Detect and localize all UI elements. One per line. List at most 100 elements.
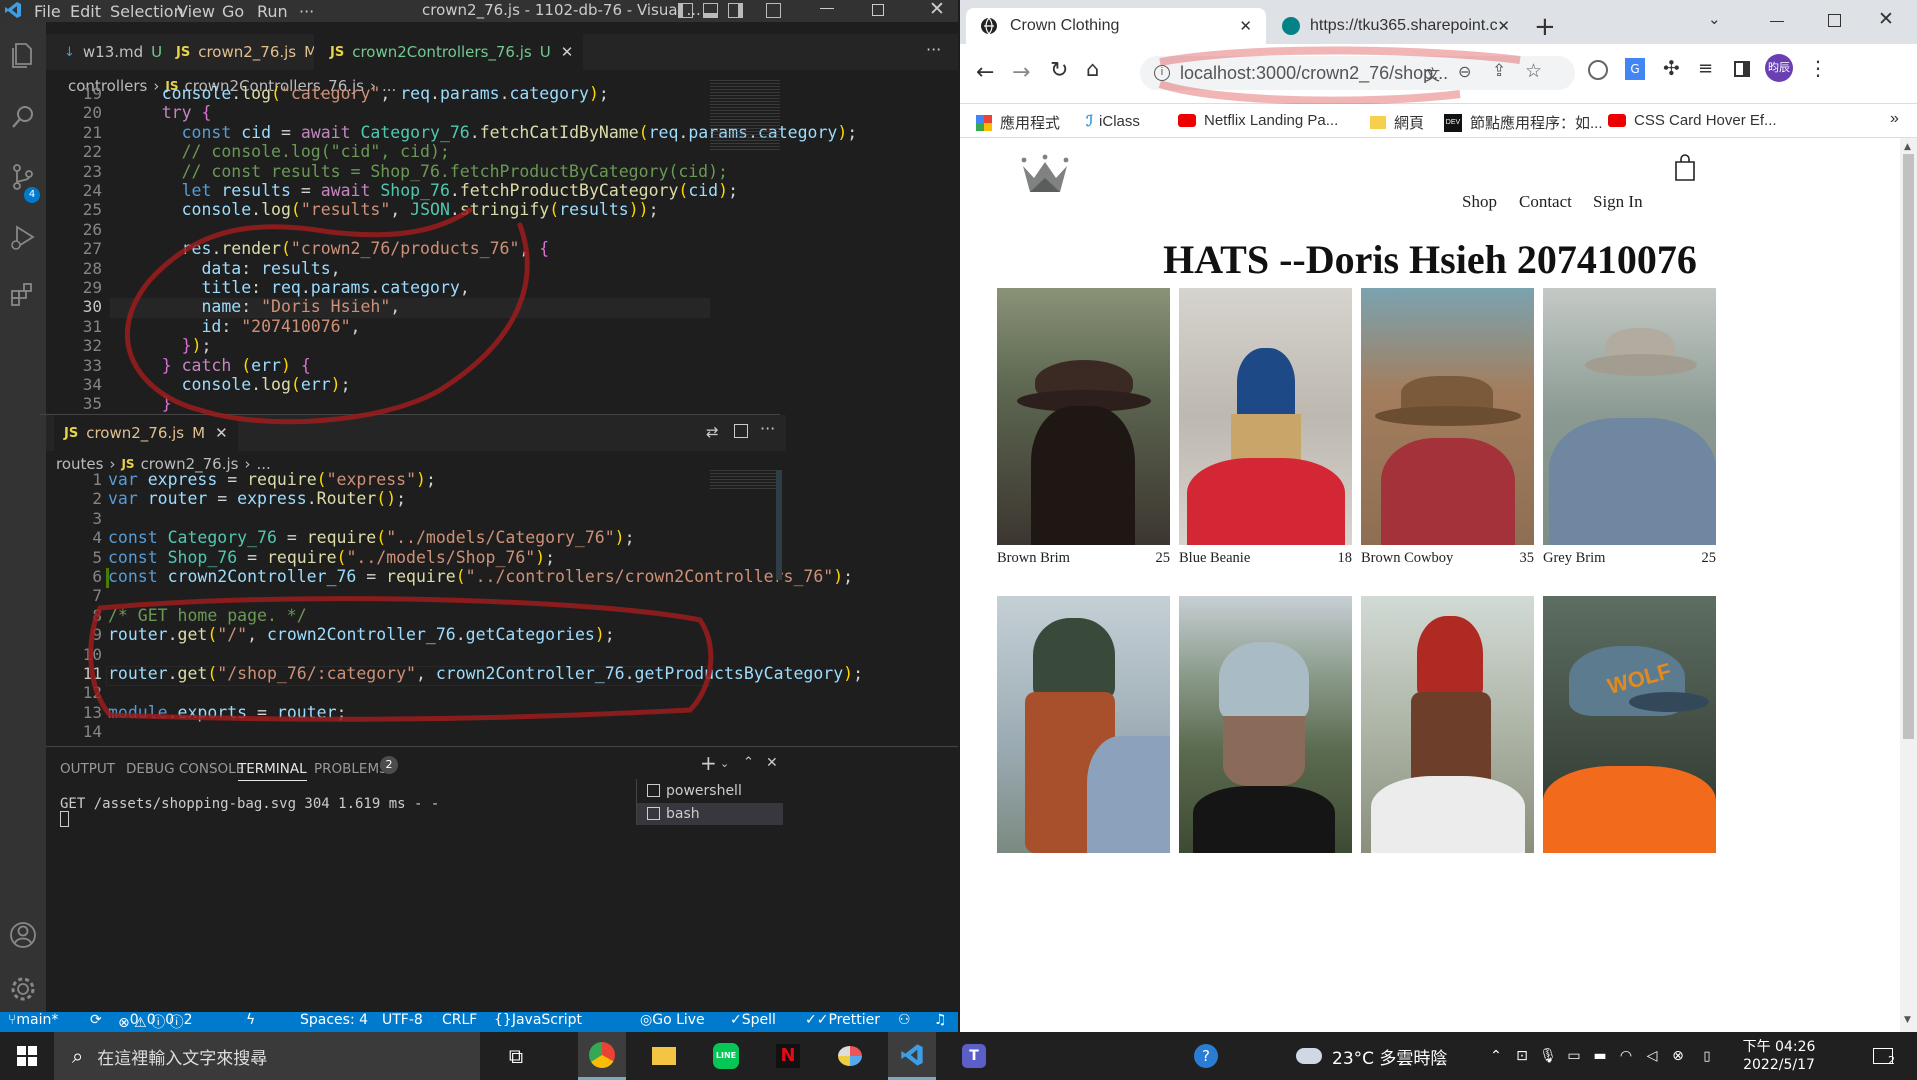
file-explorer-icon[interactable] <box>640 1032 688 1080</box>
chrome-taskbar-icon[interactable] <box>578 1032 626 1080</box>
new-terminal-icon[interactable]: + <box>700 751 717 775</box>
feedback-icon[interactable]: ⚇ <box>898 1012 911 1028</box>
spell-status[interactable]: ✓ Spell <box>730 1012 776 1028</box>
maximize-panel-icon[interactable]: ⌃ <box>743 755 754 770</box>
product-image-green-beanie[interactable] <box>997 596 1170 853</box>
notification-center[interactable]: 2 <box>1860 1032 1906 1080</box>
close-panel-icon[interactable]: ✕ <box>766 755 778 771</box>
bookmark-dev-node[interactable]: DEV 節點應用程序：如... <box>1444 112 1603 133</box>
tray-volume-icon[interactable]: ◁ <box>1640 1032 1664 1080</box>
terminal-dropdown-icon[interactable]: ⌄ <box>720 757 729 770</box>
product-image-red-beanie[interactable] <box>1361 596 1534 853</box>
encoding-status[interactable]: UTF-8 <box>382 1012 423 1028</box>
product-image-blue-beanie[interactable] <box>1179 288 1352 545</box>
help-icon[interactable]: ? <box>1186 1032 1226 1080</box>
help-circle-icon: ? <box>1194 1044 1218 1068</box>
task-view-icon[interactable]: ⧉ <box>492 1032 540 1080</box>
maximize-icon[interactable] <box>1828 14 1841 27</box>
folder-icon <box>1370 116 1386 129</box>
terminal-item-powershell[interactable]: powershell <box>647 783 742 799</box>
product-image-brown-brim[interactable] <box>997 288 1170 545</box>
nav-contact[interactable]: Contact <box>1519 192 1572 212</box>
tab-close-icon[interactable]: ✕ <box>1239 17 1252 35</box>
panel-tab-debug-console[interactable]: DEBUG CONSOLE <box>126 761 244 777</box>
bookmark-css-card[interactable]: CSS Card Hover Ef... <box>1608 112 1777 129</box>
teams-icon[interactable]: T <box>950 1032 998 1080</box>
tray-ime-icon[interactable]: ▯ <box>1692 1032 1722 1080</box>
new-tab-icon[interactable]: + <box>1534 12 1556 42</box>
media-icon[interactable]: ≡ <box>1698 58 1713 79</box>
crown-logo-icon[interactable] <box>1020 154 1070 194</box>
line-app-icon[interactable]: LINE <box>702 1032 750 1080</box>
bottom-panel: OUTPUT DEBUG CONSOLE TERMINAL PROBLEMS 2… <box>46 746 958 1012</box>
tab-close-icon[interactable]: ✕ <box>1497 17 1510 35</box>
beanie-shape <box>1237 348 1295 424</box>
branch-indicator[interactable]: ⑂ main* <box>8 1012 58 1028</box>
weather-widget[interactable]: 23°C 多雲時陰 <box>1296 1032 1476 1080</box>
show-hidden-icons[interactable]: ⌃ <box>1484 1032 1508 1080</box>
language-status[interactable]: {} JavaScript <box>494 1012 582 1028</box>
product-name: Brown Brim <box>997 550 1070 566</box>
tray-display-icon[interactable]: ▭ <box>1562 1032 1586 1080</box>
lightning-icon[interactable]: ϟ <box>246 1012 255 1028</box>
close-icon[interactable]: ✕ <box>1878 8 1894 30</box>
scroll-down-arrow[interactable]: ▼ <box>1904 1015 1911 1025</box>
extension-translate-icon[interactable]: G <box>1625 58 1645 80</box>
tray-battery-icon[interactable]: ▬ <box>1588 1032 1612 1080</box>
extensions-puzzle-icon[interactable]: ✣ <box>1663 56 1680 80</box>
taskbar-search[interactable]: ⌕ 在這裡輸入文字來搜尋 <box>54 1032 480 1080</box>
line-logo-icon: LINE <box>713 1043 739 1069</box>
golive-status[interactable]: ◎ Go Live <box>640 1012 705 1028</box>
paint-app-icon[interactable] <box>826 1032 874 1080</box>
panel-tab-terminal[interactable]: TERMINAL <box>238 761 307 781</box>
minimize-icon[interactable] <box>1770 21 1784 22</box>
notifications-icon[interactable]: ♫ <box>934 1012 947 1028</box>
side-panel-icon[interactable] <box>1734 61 1750 77</box>
vscode-taskbar-icon[interactable] <box>888 1032 936 1080</box>
bookmark-iclass[interactable]: ℐ iClass <box>1086 112 1140 131</box>
nav-shop[interactable]: Shop <box>1462 192 1497 212</box>
page-scrollbar[interactable]: ▲ ▼ <box>1900 138 1917 1032</box>
tray-mute-icon[interactable]: ⊗ <box>1666 1032 1690 1080</box>
terminal-item-bash[interactable]: bash <box>637 803 783 825</box>
product-image-palm-tree-cap[interactable] <box>1179 596 1352 853</box>
bookmark-netflix[interactable]: Netflix Landing Pa... <box>1178 112 1338 129</box>
product-image-wolf-cap[interactable]: WOLF <box>1543 596 1716 853</box>
panel-tab-output[interactable]: OUTPUT <box>60 761 115 777</box>
vscode-window: File Edit Selection View Go Run ··· crow… <box>0 0 958 1032</box>
nav-sign-in[interactable]: Sign In <box>1593 192 1643 212</box>
eol-status[interactable]: CRLF <box>442 1012 477 1028</box>
clock[interactable]: 下午 04:26 2022/5/17 <box>1736 1032 1822 1080</box>
branch-name: main* <box>16 1012 59 1028</box>
chrome-menu-icon[interactable]: ⋮ <box>1808 56 1828 80</box>
bookmark-folder-web[interactable]: 網頁 <box>1370 112 1424 133</box>
netflix-logo-icon: N <box>776 1044 800 1068</box>
netflix-icon[interactable]: N <box>764 1032 812 1080</box>
iclass-icon: ℐ <box>1086 113 1094 130</box>
problems-status[interactable]: ⊗ 0 ⚠ 0 ⓘ 0 ⓘ 2 <box>118 1012 193 1032</box>
scroll-thumb[interactable] <box>1903 154 1914 739</box>
tab-sharepoint[interactable]: https://tku365.sharepoint.com/ ✕ <box>1272 8 1520 44</box>
bookmark-label: CSS Card Hover Ef... <box>1634 112 1777 129</box>
tray-mic-icon[interactable]: 🎙 <box>1536 1032 1560 1080</box>
product-image-brown-cowboy[interactable] <box>1361 288 1534 545</box>
scroll-up-arrow[interactable]: ▲ <box>1904 142 1911 152</box>
profile-avatar[interactable]: 昀辰 <box>1765 54 1793 82</box>
terminal-output[interactable]: GET /assets/shopping-bag.svg 304 1.619 m… <box>60 796 439 812</box>
tab-crown-clothing[interactable]: Crown Clothing ✕ <box>966 8 1266 44</box>
bookmark-apps[interactable]: 應用程式 <box>976 112 1060 133</box>
start-button[interactable] <box>0 1032 54 1080</box>
prettier-status[interactable]: ✓✓ Prettier <box>805 1012 880 1028</box>
shopping-bag-icon[interactable] <box>1673 154 1697 182</box>
tray-wifi-icon[interactable]: ◠ <box>1614 1032 1638 1080</box>
bookmarks-overflow[interactable]: » <box>1890 110 1899 128</box>
panel-tab-problems[interactable]: PROBLEMS <box>314 761 388 777</box>
extension-chat-icon[interactable] <box>1588 60 1608 80</box>
tray-device-icon[interactable]: ⊡ <box>1510 1032 1534 1080</box>
indentation-status[interactable]: Spaces: 4 <box>300 1012 368 1028</box>
spell-label: Spell <box>741 1012 776 1028</box>
sync-icon[interactable]: ⟳ <box>90 1012 102 1028</box>
beanie-shape <box>1417 616 1483 700</box>
product-image-grey-brim[interactable] <box>1543 288 1716 545</box>
tab-search-icon[interactable]: ⌄ <box>1708 10 1721 28</box>
